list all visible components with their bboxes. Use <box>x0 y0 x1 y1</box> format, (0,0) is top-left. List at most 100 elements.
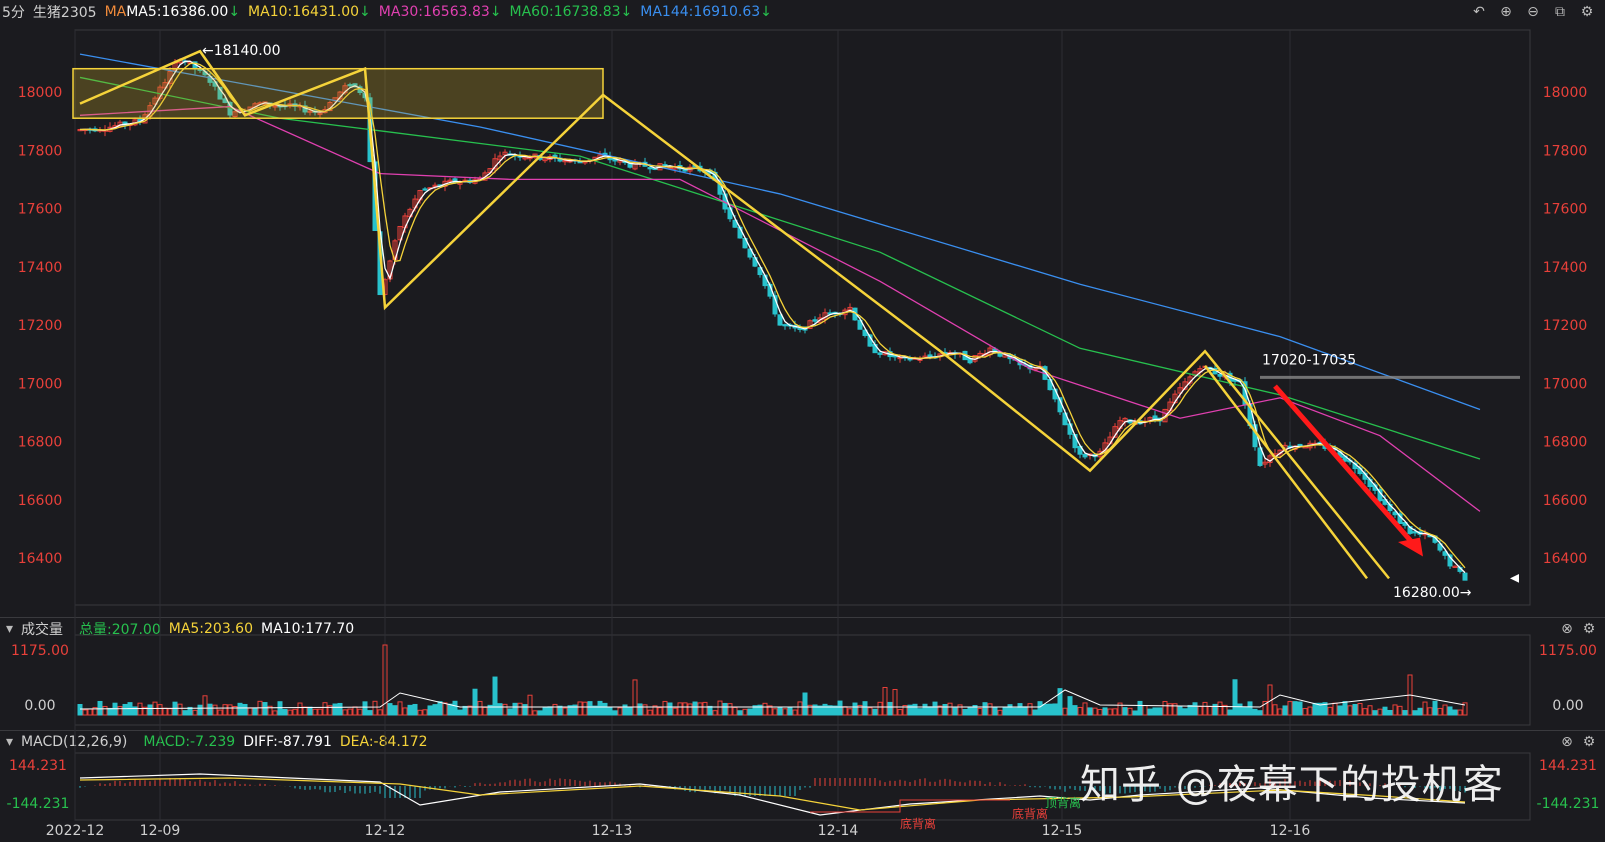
low-price-label: 16280.00→ <box>1393 585 1472 601</box>
candle-body <box>422 188 428 191</box>
volume-bar <box>887 701 893 716</box>
volume-bar <box>647 709 653 716</box>
volume-bar <box>1102 707 1108 716</box>
x-tick-label: 12-09 <box>140 823 181 839</box>
volume-bar <box>1037 701 1043 716</box>
volume-bar <box>712 710 718 716</box>
volume-bar <box>1192 702 1198 716</box>
volume-bar <box>897 709 903 716</box>
y-tick-label-left: 17600 <box>18 202 63 218</box>
y-tick-label-left: 16400 <box>18 551 63 567</box>
volume-bar <box>1427 707 1433 716</box>
y-tick-label-right: 17600 <box>1543 202 1588 218</box>
volume-bar <box>557 705 563 716</box>
candle-body <box>782 324 788 327</box>
y-tick-label-left: 16800 <box>18 435 63 451</box>
x-tick-label: 12-14 <box>818 823 859 839</box>
trend-arrow-head <box>1398 537 1423 557</box>
volume-bar <box>672 707 678 716</box>
volume-tick-label-right: 0.00 <box>1552 698 1583 714</box>
macd-tick-label-left: 144.231 <box>9 758 67 774</box>
volume-bar <box>867 707 873 716</box>
volume-bar <box>1082 702 1088 716</box>
volume-bar <box>872 708 878 716</box>
y-tick-label-left: 17000 <box>18 376 63 392</box>
volume-bar <box>1252 708 1258 716</box>
volume-bar <box>1182 708 1188 716</box>
volume-bar <box>1022 706 1028 716</box>
x-tick-label: 2022-12 <box>46 823 105 839</box>
volume-bar <box>482 706 488 716</box>
volume-bar <box>797 701 803 716</box>
volume-bar <box>1217 701 1223 716</box>
volume-bar <box>402 707 408 716</box>
volume-bar <box>722 702 728 716</box>
volume-bar <box>102 705 108 716</box>
volume-bar <box>272 710 278 716</box>
volume-bar <box>997 709 1003 716</box>
volume-bar <box>642 704 648 716</box>
volume-bar <box>1417 707 1423 716</box>
volume-bar <box>1292 701 1298 716</box>
volume-bar <box>1432 700 1438 716</box>
volume-bar <box>1412 710 1418 716</box>
volume-bar <box>1372 710 1378 716</box>
candle-body <box>877 352 883 355</box>
volume-bar <box>982 702 988 716</box>
ma5-line <box>79 60 1466 574</box>
volume-bar <box>1097 709 1103 716</box>
y-tick-label-right: 16400 <box>1543 551 1588 567</box>
volume-bar <box>947 702 953 716</box>
volume-bar <box>1387 709 1393 716</box>
volume-bar <box>782 708 788 716</box>
volume-bar <box>407 704 413 716</box>
y-tick-label-right: 17200 <box>1543 318 1588 334</box>
volume-bar <box>697 702 703 716</box>
price-chart[interactable]: 2022-12 12-09 12-12 12-13 12-14 12-15 12-16 164… <box>0 0 1605 842</box>
high-price-label: ←18140.00 <box>202 43 281 59</box>
volume-bar <box>412 703 418 716</box>
volume-bar <box>962 709 968 716</box>
volume-bar <box>542 707 548 716</box>
volume-bar <box>1237 703 1243 716</box>
volume-bar <box>122 703 128 716</box>
volume-bar <box>932 701 938 716</box>
volume-bar <box>377 709 383 716</box>
volume-bar <box>87 708 93 716</box>
volume-bar <box>1397 705 1403 716</box>
volume-bar <box>197 704 203 716</box>
volume-bar <box>612 710 618 716</box>
volume-bar <box>627 707 633 716</box>
volume-bar <box>1232 679 1238 716</box>
volume-bar <box>1077 706 1083 716</box>
volume-bar <box>1027 703 1033 716</box>
volume-tick-label-left: 0.00 <box>24 698 55 714</box>
volume-bar <box>747 708 753 716</box>
volume-tick-label-right: 1175.00 <box>1539 643 1597 659</box>
volume-bar <box>1382 706 1388 716</box>
volume-bar <box>282 709 288 716</box>
volume-bar <box>1332 702 1338 716</box>
volume-bar <box>367 710 373 716</box>
volume-bar <box>587 701 593 716</box>
volume-bar <box>787 707 793 716</box>
volume-bar <box>212 704 218 716</box>
volume-bar <box>987 703 993 716</box>
last-price-marker <box>1510 574 1519 583</box>
macd-tick-label-left: -144.231 <box>7 796 70 812</box>
volume-bar <box>392 705 398 716</box>
volume-bar <box>582 701 588 716</box>
volume-bar <box>547 706 553 716</box>
volume-bar <box>307 706 313 716</box>
volume-bar <box>472 688 478 716</box>
volume-bar <box>1197 705 1203 716</box>
volume-bar <box>362 701 368 716</box>
volume-bar <box>437 701 443 716</box>
volume-bar <box>1257 710 1263 716</box>
volume-bar <box>967 707 973 716</box>
y-tick-label-right: 17000 <box>1543 376 1588 392</box>
volume-bar <box>1127 707 1133 716</box>
y-tick-label-left: 17200 <box>18 318 63 334</box>
volume-bar <box>372 700 378 716</box>
volume-bar <box>512 702 518 716</box>
